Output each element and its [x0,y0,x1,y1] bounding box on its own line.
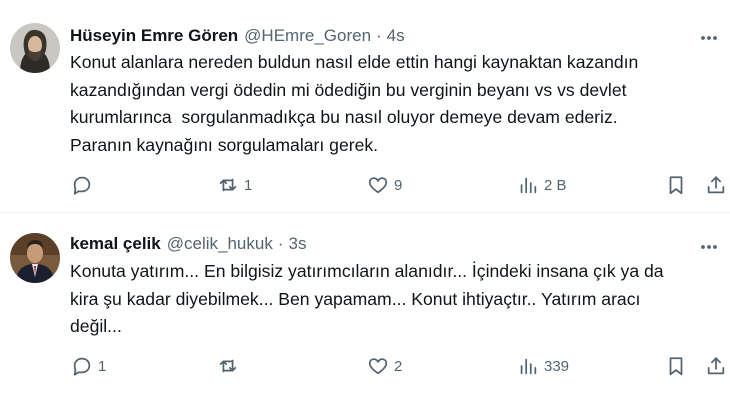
timeline-feed: Hüseyin Emre Gören @HEmre_Goren · 4s Kon… [0,0,730,420]
views-button[interactable]: 2 B [517,173,567,197]
author-handle[interactable]: @HEmre_Goren [244,26,371,46]
repost-button[interactable]: 1 [217,173,252,197]
like-button[interactable]: 2 [367,354,402,378]
tweet-text-line: Konuta yatırım... En bilgisiz yatırımcıl… [70,261,664,281]
tweet-text-line: Paranın kaynağını sorgulamaları gerek. [70,134,379,155]
tweet-text-line: değil... [70,316,122,336]
reply-icon [73,176,91,195]
timestamp[interactable]: 4s [387,26,405,46]
like-icon [368,177,388,194]
tweet[interactable]: Hüseyin Emre Gören @HEmre_Goren · 4s Kon… [0,0,730,213]
tweet[interactable]: kemal çelik @celik_hukuk · 3s Konuta yat… [0,213,730,420]
share-button[interactable] [705,354,727,378]
views-icon [520,177,537,194]
more-button[interactable] [696,28,722,48]
tweet-header: kemal çelik @celik_hukuk · 3s [70,234,306,254]
views-button[interactable]: 339 [517,354,569,378]
separator: · [277,234,284,253]
like-count: 9 [394,176,403,194]
tweet-actions: 1 9 2 B [0,173,730,197]
author-handle[interactable]: @celik_hukuk [167,234,273,254]
tweet-actions: 1 2 339 [0,354,730,378]
like-icon [368,358,388,375]
views-count: 2 B [544,176,567,194]
avatar[interactable] [10,23,60,73]
repost-button[interactable] [217,354,244,378]
reply-button[interactable]: 1 [71,354,106,378]
like-button[interactable]: 9 [367,173,402,197]
avatar[interactable] [10,233,60,283]
repost-count: 1 [244,176,253,194]
more-button[interactable] [696,237,722,257]
tweet-text-line: kira şu kadar diyebilmek... Ben yapamam.… [70,288,641,309]
share-button[interactable] [705,173,727,197]
reply-button[interactable] [71,173,98,197]
tweet-text-line: Konut alanlara nereden buldun nasıl elde… [70,52,639,72]
tweet-text-line: kurumlarınca sorgulanmadıkça bu nasıl ol… [70,107,618,127]
author-name[interactable]: kemal çelik [70,234,161,254]
bookmark-icon [669,176,683,195]
author-name[interactable]: Hüseyin Emre Gören [70,26,238,46]
bookmark-icon [669,357,683,376]
separator: · [376,26,382,45]
reply-count: 1 [98,357,107,375]
reply-icon [73,357,91,376]
tweet-text: Konuta yatırım... En bilgisiz yatırımcıl… [70,258,720,341]
bookmark-button[interactable] [665,173,687,197]
views-count: 339 [544,357,570,375]
tweet-header: Hüseyin Emre Gören @HEmre_Goren · 4s [70,26,405,46]
bookmark-button[interactable] [665,354,687,378]
share-icon [707,176,725,194]
views-icon [520,358,537,375]
tweet-text: Konut alanlara nereden buldun nasıl elde… [70,49,720,159]
share-icon [707,357,725,375]
more-icon [701,245,717,249]
repost-icon [219,178,237,192]
more-icon [701,36,717,40]
like-count: 2 [394,357,403,375]
repost-icon [219,359,237,373]
timestamp[interactable]: 3s [289,234,307,254]
tweet-text-line: kazandığından vergi ödedin mi ödediğin b… [70,79,627,100]
